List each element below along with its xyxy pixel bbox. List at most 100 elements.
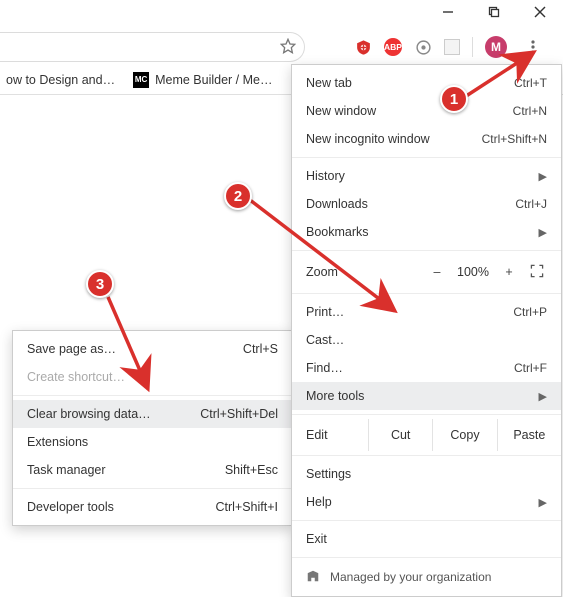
chrome-main-menu: New tab Ctrl+T New window Ctrl+N New inc…: [291, 64, 562, 597]
shortcut: Ctrl+T: [514, 76, 547, 90]
separator: [292, 520, 561, 521]
managed-by-org[interactable]: Managed by your organization: [292, 562, 561, 592]
separator: [292, 455, 561, 456]
maximize-button[interactable]: [471, 0, 517, 24]
label: New window: [306, 104, 513, 118]
shortcut: Ctrl+S: [243, 342, 278, 356]
zoom-out-button[interactable]: –: [427, 265, 447, 279]
more-tools-submenu: Save page as… Ctrl+S Create shortcut… Cl…: [12, 330, 293, 526]
label: Save page as…: [27, 342, 116, 356]
submenu-save-page[interactable]: Save page as… Ctrl+S: [13, 335, 292, 363]
annotation-badge-2: 2: [224, 182, 252, 210]
edit-cut-button[interactable]: Cut: [368, 419, 432, 451]
ublock-icon[interactable]: [354, 38, 372, 56]
shortcut: Shift+Esc: [225, 463, 278, 477]
zoom-in-button[interactable]: +: [499, 265, 519, 279]
chevron-right-icon: ▶: [539, 170, 547, 183]
menu-new-tab[interactable]: New tab Ctrl+T: [292, 69, 561, 97]
extension-icons: ABP M: [354, 33, 547, 61]
label: Cast…: [306, 333, 547, 347]
shortcut: Ctrl+J: [515, 197, 547, 211]
profile-avatar[interactable]: M: [485, 36, 507, 58]
label: New incognito window: [306, 132, 482, 146]
bookmark-item[interactable]: MC Meme Builder / Me…: [133, 72, 272, 88]
shortcut: Ctrl+N: [513, 104, 547, 118]
annotation-badge-3: 3: [86, 270, 114, 298]
shortcut: Ctrl+Shift+N: [482, 132, 547, 146]
edit-label: Edit: [292, 428, 368, 442]
adblock-icon[interactable]: ABP: [384, 38, 402, 56]
menu-settings[interactable]: Settings: [292, 460, 561, 488]
menu-bookmarks[interactable]: Bookmarks ▶: [292, 218, 561, 246]
menu-find[interactable]: Find… Ctrl+F: [292, 354, 561, 382]
label: Settings: [306, 467, 547, 481]
bookmark-star-icon[interactable]: [280, 38, 296, 57]
submenu-create-shortcut: Create shortcut…: [13, 363, 292, 391]
close-button[interactable]: [517, 0, 563, 24]
shortcut: Ctrl+P: [513, 305, 547, 319]
minimize-button[interactable]: [425, 0, 471, 24]
annotation-badge-1: 1: [440, 85, 468, 113]
extension-icon-1[interactable]: [414, 38, 432, 56]
shortcut: Ctrl+Shift+Del: [200, 407, 278, 421]
label: Help: [306, 495, 533, 509]
menu-help[interactable]: Help ▶: [292, 488, 561, 516]
toolbar: ABP M: [0, 30, 563, 64]
separator: [472, 37, 473, 57]
label: Developer tools: [27, 500, 114, 514]
zoom-label: Zoom: [306, 265, 338, 279]
bookmark-favicon: MC: [133, 72, 149, 88]
menu-print[interactable]: Print… Ctrl+P: [292, 298, 561, 326]
menu-more-tools[interactable]: More tools ▶: [292, 382, 561, 410]
shortcut: Ctrl+F: [514, 361, 547, 375]
kebab-menu-icon[interactable]: [519, 33, 547, 61]
chevron-right-icon: ▶: [539, 496, 547, 509]
menu-zoom-row: Zoom – 100% +: [292, 255, 561, 289]
label: Task manager: [27, 463, 106, 477]
submenu-extensions[interactable]: Extensions: [13, 428, 292, 456]
submenu-developer-tools[interactable]: Developer tools Ctrl+Shift+I: [13, 493, 292, 521]
label: Print…: [306, 305, 513, 319]
submenu-clear-browsing-data[interactable]: Clear browsing data… Ctrl+Shift+Del: [13, 400, 292, 428]
menu-downloads[interactable]: Downloads Ctrl+J: [292, 190, 561, 218]
separator: [292, 557, 561, 558]
edit-copy-button[interactable]: Copy: [432, 419, 496, 451]
fullscreen-icon[interactable]: [529, 263, 547, 282]
label: More tools: [306, 389, 533, 403]
menu-exit[interactable]: Exit: [292, 525, 561, 553]
shortcut: Ctrl+Shift+I: [215, 500, 278, 514]
label: Extensions: [27, 435, 88, 449]
chevron-right-icon: ▶: [539, 226, 547, 239]
chevron-right-icon: ▶: [539, 390, 547, 403]
bookmark-label: ow to Design and…: [6, 73, 115, 87]
bookmark-label: Meme Builder / Me…: [155, 73, 272, 87]
separator: [292, 250, 561, 251]
label: Find…: [306, 361, 514, 375]
menu-cast[interactable]: Cast…: [292, 326, 561, 354]
menu-new-incognito[interactable]: New incognito window Ctrl+Shift+N: [292, 125, 561, 153]
building-icon: [306, 569, 320, 586]
label: Create shortcut…: [27, 370, 125, 384]
edit-paste-button[interactable]: Paste: [497, 419, 561, 451]
zoom-value: 100%: [457, 265, 489, 279]
label: Clear browsing data…: [27, 407, 151, 421]
label: History: [306, 169, 533, 183]
extension-icon-2[interactable]: [444, 39, 460, 55]
submenu-task-manager[interactable]: Task manager Shift+Esc: [13, 456, 292, 484]
separator: [13, 395, 292, 396]
bookmark-item[interactable]: ow to Design and…: [6, 73, 115, 87]
label: Downloads: [306, 197, 515, 211]
menu-new-window[interactable]: New window Ctrl+N: [292, 97, 561, 125]
menu-edit-row: Edit Cut Copy Paste: [292, 419, 561, 451]
separator: [292, 157, 561, 158]
separator: [292, 293, 561, 294]
separator: [292, 414, 561, 415]
menu-history[interactable]: History ▶: [292, 162, 561, 190]
address-bar[interactable]: [0, 32, 305, 62]
managed-label: Managed by your organization: [330, 570, 491, 584]
label: Exit: [306, 532, 547, 546]
window-controls: [425, 0, 563, 24]
label: New tab: [306, 76, 514, 90]
label: Bookmarks: [306, 225, 533, 239]
separator: [13, 488, 292, 489]
